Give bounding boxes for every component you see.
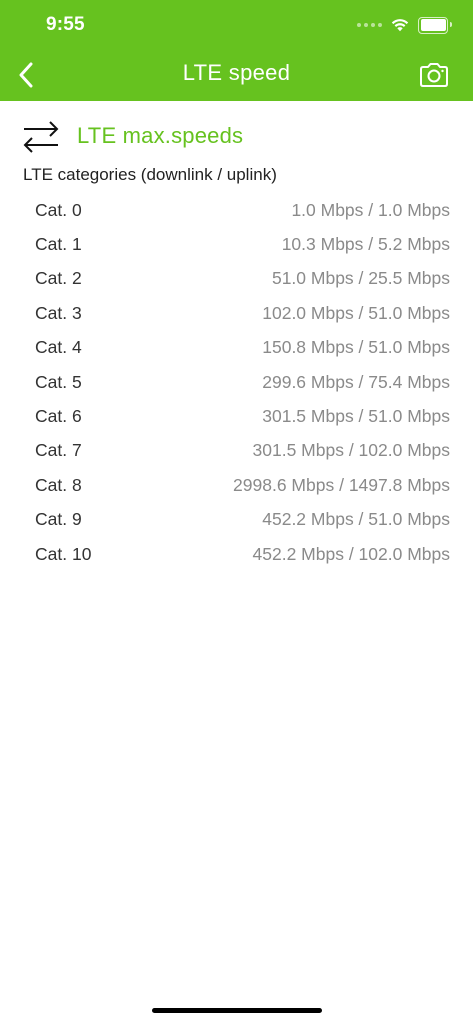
section-subtitle: LTE categories (downlink / uplink) <box>23 165 277 184</box>
list-item: Cat. 6 301.5 Mbps / 51.0 Mbps <box>35 399 450 433</box>
section-header: LTE max.speeds <box>22 116 243 156</box>
list-item: Cat. 10 452.2 Mbps / 102.0 Mbps <box>35 537 450 571</box>
list-item: Cat. 0 1.0 Mbps / 1.0 Mbps <box>35 193 450 227</box>
category-label: Cat. 0 <box>35 199 82 220</box>
category-label: Cat. 3 <box>35 302 82 323</box>
category-speed: 452.2 Mbps / 51.0 Mbps <box>262 509 450 530</box>
camera-icon <box>420 63 448 87</box>
lte-category-list: Cat. 0 1.0 Mbps / 1.0 Mbps Cat. 1 10.3 M… <box>35 193 450 571</box>
category-label: Cat. 6 <box>35 406 82 427</box>
category-label: Cat. 8 <box>35 474 82 495</box>
category-label: Cat. 5 <box>35 371 82 392</box>
category-speed: 299.6 Mbps / 75.4 Mbps <box>262 371 450 392</box>
list-item: Cat. 7 301.5 Mbps / 102.0 Mbps <box>35 434 450 468</box>
category-speed: 150.8 Mbps / 51.0 Mbps <box>262 337 450 358</box>
category-label: Cat. 10 <box>35 543 92 564</box>
category-speed: 301.5 Mbps / 102.0 Mbps <box>252 440 450 461</box>
category-speed: 2998.6 Mbps / 1497.8 Mbps <box>233 474 450 495</box>
top-bar: 9:55 LTE speed <box>0 0 473 101</box>
category-label: Cat. 4 <box>35 337 82 358</box>
category-speed: 1.0 Mbps / 1.0 Mbps <box>291 199 450 220</box>
home-indicator[interactable] <box>152 1008 322 1013</box>
list-item: Cat. 8 2998.6 Mbps / 1497.8 Mbps <box>35 468 450 502</box>
category-label: Cat. 1 <box>35 234 82 255</box>
list-item: Cat. 3 102.0 Mbps / 51.0 Mbps <box>35 296 450 330</box>
status-icons <box>357 15 452 35</box>
page-title: LTE speed <box>182 60 291 85</box>
category-speed: 10.3 Mbps / 5.2 Mbps <box>281 234 450 255</box>
category-speed: 452.2 Mbps / 102.0 Mbps <box>252 543 450 564</box>
list-item: Cat. 4 150.8 Mbps / 51.0 Mbps <box>35 331 450 365</box>
wifi-icon <box>391 19 409 32</box>
category-label: Cat. 2 <box>35 268 82 289</box>
list-item: Cat. 1 10.3 Mbps / 5.2 Mbps <box>35 227 450 261</box>
category-speed: 301.5 Mbps / 51.0 Mbps <box>262 406 450 427</box>
section-title: LTE max.speeds <box>77 123 244 148</box>
list-item: Cat. 9 452.2 Mbps / 51.0 Mbps <box>35 503 450 537</box>
category-label: Cat. 9 <box>35 509 82 530</box>
swap-arrows-icon <box>23 121 59 153</box>
cellular-signal-icon <box>357 23 382 27</box>
status-time: 9:55 <box>46 14 85 35</box>
category-speed: 51.0 Mbps / 25.5 Mbps <box>271 268 450 289</box>
battery-icon <box>418 16 452 34</box>
list-item: Cat. 5 299.6 Mbps / 75.4 Mbps <box>35 365 450 399</box>
list-item: Cat. 2 51.0 Mbps / 25.5 Mbps <box>35 262 450 296</box>
camera-button[interactable] <box>417 58 451 92</box>
category-speed: 102.0 Mbps / 51.0 Mbps <box>262 302 450 323</box>
category-label: Cat. 7 <box>35 440 82 461</box>
